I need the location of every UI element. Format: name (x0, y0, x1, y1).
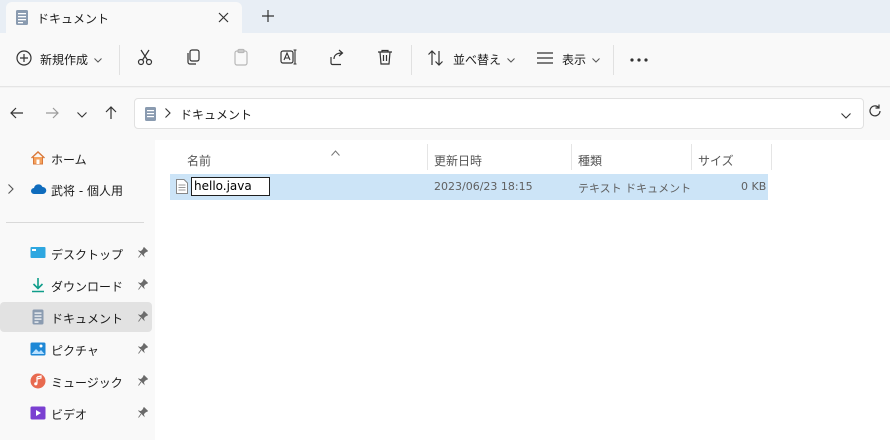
desktop-icon (30, 245, 46, 261)
more-options-button[interactable] (627, 46, 651, 70)
sidebar-item-home[interactable]: ホーム (0, 143, 152, 173)
copy-button[interactable] (181, 46, 205, 70)
rename-button[interactable] (277, 46, 301, 70)
file-size: 0 KB (741, 180, 767, 193)
chevron-down-icon[interactable] (841, 108, 851, 122)
toolbar-divider (613, 45, 614, 75)
onedrive-icon (30, 181, 47, 197)
sidebar-item-pictures[interactable]: ピクチャ (0, 334, 152, 364)
column-header-type[interactable]: 種類 (578, 146, 688, 174)
chevron-right-icon (165, 107, 171, 121)
music-icon (30, 373, 46, 389)
sort-icon (427, 49, 445, 69)
sidebar-item-desktop[interactable]: デスクトップ (0, 238, 152, 268)
refresh-icon[interactable] (868, 104, 882, 121)
videos-icon (30, 405, 46, 421)
trash-icon (376, 48, 394, 69)
pin-icon[interactable] (137, 406, 149, 421)
recent-locations-button[interactable] (72, 104, 92, 124)
sort-button[interactable]: 並べ替え (427, 44, 515, 74)
file-type: テキスト ドキュメント (578, 182, 692, 195)
list-view-icon (536, 51, 554, 68)
sidebar-item-downloads[interactable]: ダウンロード (0, 270, 152, 300)
file-list: 名前 更新日時 種類 サイズ hello.java 2023/06/23 18:… (155, 140, 890, 440)
chevron-right-icon[interactable] (8, 183, 14, 197)
column-divider[interactable] (571, 144, 572, 170)
chevron-down-icon (507, 52, 515, 66)
forward-button[interactable] (42, 104, 62, 124)
breadcrumb-documents[interactable]: ドキュメント (180, 106, 252, 123)
share-icon (328, 48, 346, 69)
navigation-pane: ホーム 武将 - 個人用 デスクトップ ダウンロード ドキュメント ピクチャ ミ… (0, 140, 155, 440)
column-header-modified[interactable]: 更新日時 (434, 146, 569, 174)
sidebar-item-music[interactable]: ミュージック (0, 366, 152, 396)
pin-icon[interactable] (137, 278, 149, 293)
download-icon (30, 277, 46, 293)
cut-button[interactable] (133, 46, 157, 70)
view-button[interactable]: 表示 (536, 44, 600, 74)
pin-icon[interactable] (137, 342, 149, 357)
pin-icon[interactable] (137, 246, 149, 261)
documents-icon (15, 9, 29, 29)
paste-button[interactable] (229, 46, 253, 70)
more-icon (630, 51, 648, 65)
navigation-bar: ドキュメント (0, 88, 890, 140)
column-header-size[interactable]: サイズ (698, 146, 768, 174)
address-bar[interactable]: ドキュメント (134, 98, 864, 129)
tab-label: ドキュメント (37, 12, 110, 26)
documents-icon (30, 309, 46, 325)
file-modified: 2023/06/23 18:15 (434, 180, 533, 193)
sidebar-divider (6, 222, 144, 223)
clipboard-icon (232, 48, 250, 69)
table-row[interactable]: hello.java 2023/06/23 18:15 テキスト ドキュメント … (170, 174, 768, 200)
column-divider[interactable] (691, 144, 692, 170)
chevron-down-icon (77, 107, 87, 121)
arrow-left-icon (10, 107, 24, 122)
sort-label: 並べ替え (453, 52, 502, 67)
pin-icon[interactable] (137, 374, 149, 389)
rename-icon (280, 48, 298, 69)
chevron-down-icon (94, 52, 102, 66)
close-icon[interactable] (214, 8, 232, 26)
column-header-name[interactable]: 名前 (187, 146, 427, 174)
sidebar-item-onedrive[interactable]: 武将 - 個人用 (0, 174, 152, 204)
pictures-icon (30, 341, 46, 357)
arrow-right-icon (45, 107, 59, 122)
scissors-icon (136, 48, 154, 69)
arrow-up-icon (105, 105, 117, 123)
new-label: 新規作成 (40, 52, 89, 67)
plus-circle-icon (16, 49, 32, 69)
delete-button[interactable] (373, 46, 397, 70)
tab-documents[interactable]: ドキュメント (6, 2, 242, 33)
new-button[interactable]: 新規作成 (16, 44, 102, 74)
sidebar-item-documents[interactable]: ドキュメント (0, 302, 152, 332)
back-button[interactable] (7, 104, 27, 124)
column-divider[interactable] (771, 144, 772, 170)
home-icon (30, 150, 46, 166)
chevron-down-icon (592, 52, 600, 66)
text-file-icon (176, 179, 188, 197)
new-tab-button[interactable] (258, 6, 278, 26)
documents-icon (144, 106, 157, 125)
copy-icon (184, 48, 202, 69)
command-bar: 新規作成 並べ替え 表示 (0, 33, 890, 87)
share-button[interactable] (325, 46, 349, 70)
up-button[interactable] (101, 104, 121, 124)
sort-ascending-icon (331, 145, 340, 159)
column-divider[interactable] (427, 144, 428, 170)
pin-icon[interactable] (137, 310, 149, 325)
title-bar: ドキュメント (0, 0, 890, 33)
toolbar-divider (411, 45, 412, 75)
toolbar-divider (119, 45, 120, 75)
view-label: 表示 (562, 52, 587, 67)
rename-input[interactable]: hello.java (191, 177, 270, 196)
sidebar-item-videos[interactable]: ビデオ (0, 398, 152, 428)
